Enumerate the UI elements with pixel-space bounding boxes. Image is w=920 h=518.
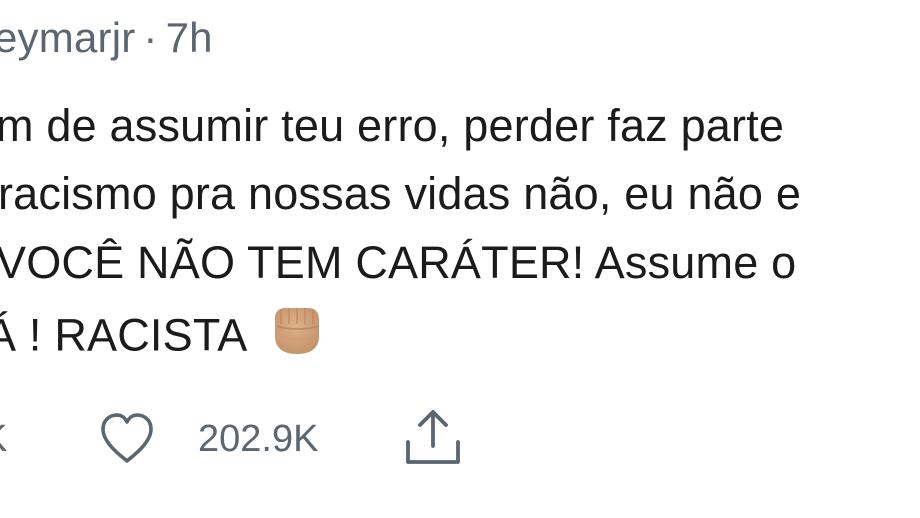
share-icon[interactable] (400, 404, 466, 480)
retweet-count: K (0, 418, 7, 461)
username[interactable]: eymarjr (0, 14, 135, 61)
tweet-text-line: m de assumir teu erro, perder faz parte (0, 100, 785, 151)
tweet: eymarjr · 7h m de assumir teu erro, perder… (0, 0, 920, 518)
tweet-text: Á ! RACISTA (0, 309, 248, 361)
header-separator: · (143, 14, 158, 61)
tweet-text-line: racismo pra nossas vidas não, eu não e (0, 168, 802, 219)
like-count: 202.9K (198, 418, 319, 460)
heart-icon[interactable] (96, 408, 158, 480)
timestamp[interactable]: 7h (166, 14, 213, 61)
tweet-text-line: VOCÊ NÃO TEM CARÁTER! Assume o (0, 237, 797, 288)
tweet-header: eymarjr · 7h (0, 14, 213, 62)
fist-icon (265, 296, 329, 371)
tweet-text-line-last: Á ! RACISTA (0, 306, 329, 371)
tweet-actions: K 202.9K (0, 400, 920, 480)
